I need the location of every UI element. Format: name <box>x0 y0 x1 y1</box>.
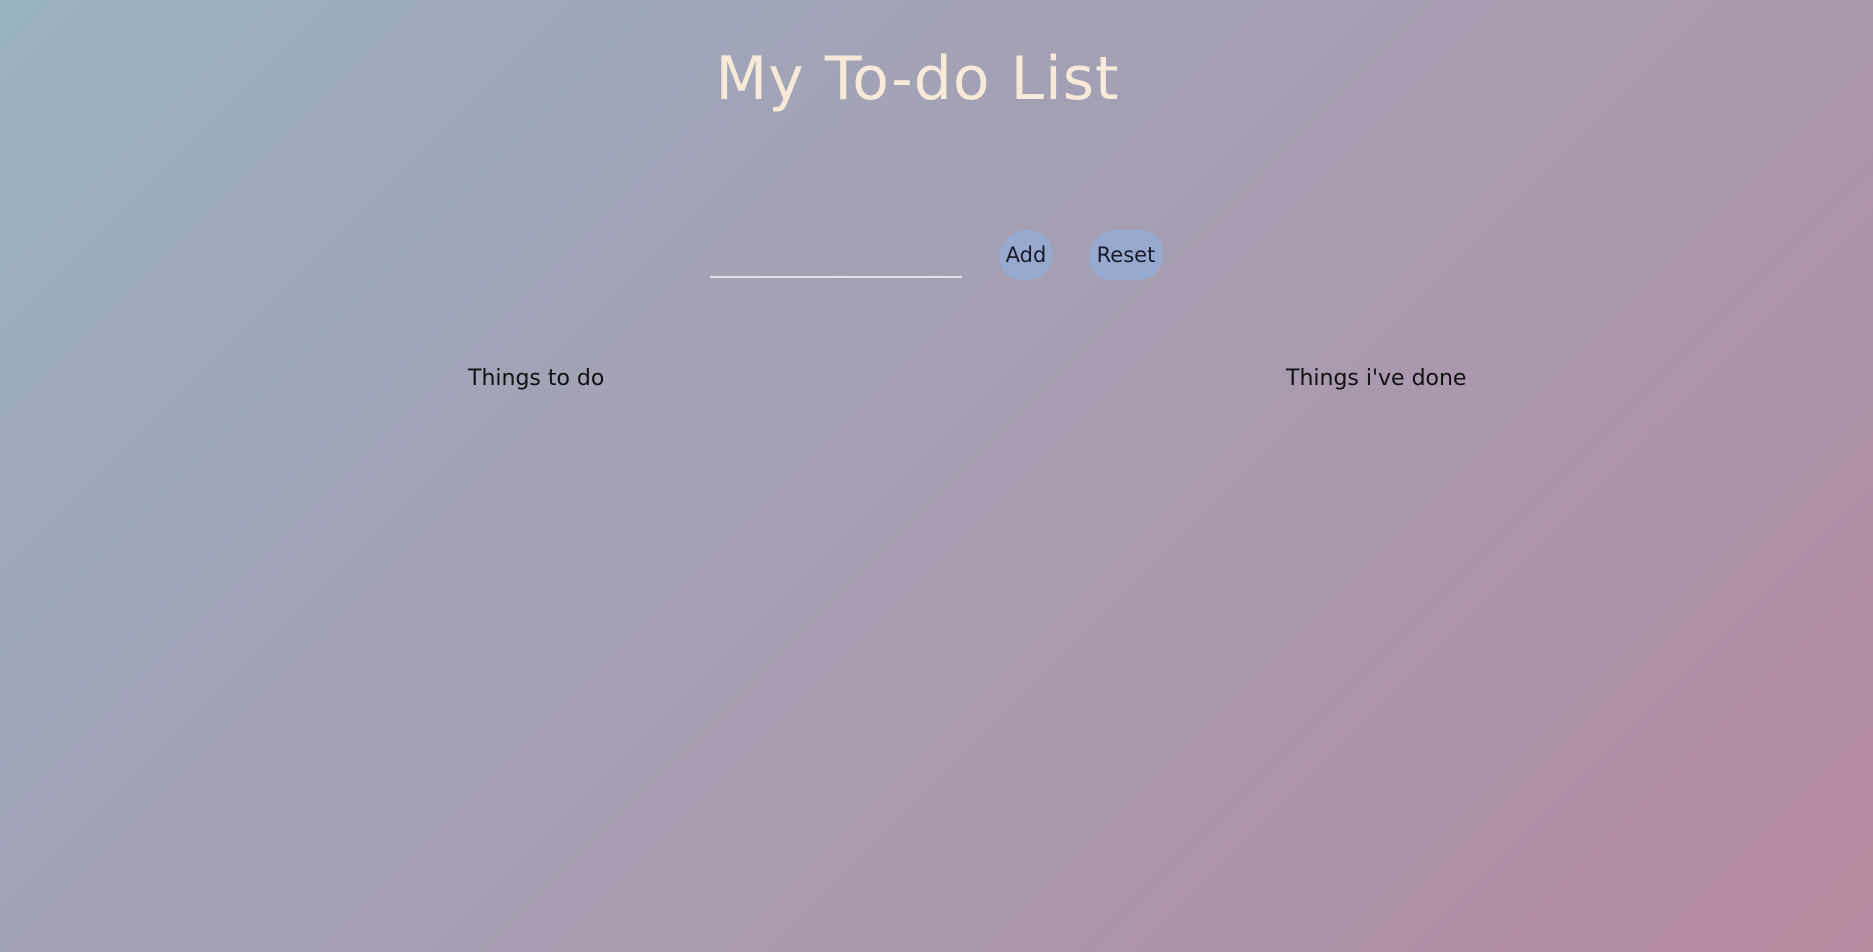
add-button[interactable]: Add <box>1000 230 1052 280</box>
todo-list <box>380 410 780 810</box>
page-title: My To-do List <box>715 44 1120 114</box>
done-list <box>1170 410 1570 810</box>
todo-heading: Things to do <box>468 366 605 391</box>
todo-form: Add Reset <box>0 226 1873 282</box>
reset-button[interactable]: Reset <box>1089 230 1163 280</box>
done-heading: Things i've done <box>1286 366 1467 391</box>
todo-input[interactable] <box>710 248 962 278</box>
